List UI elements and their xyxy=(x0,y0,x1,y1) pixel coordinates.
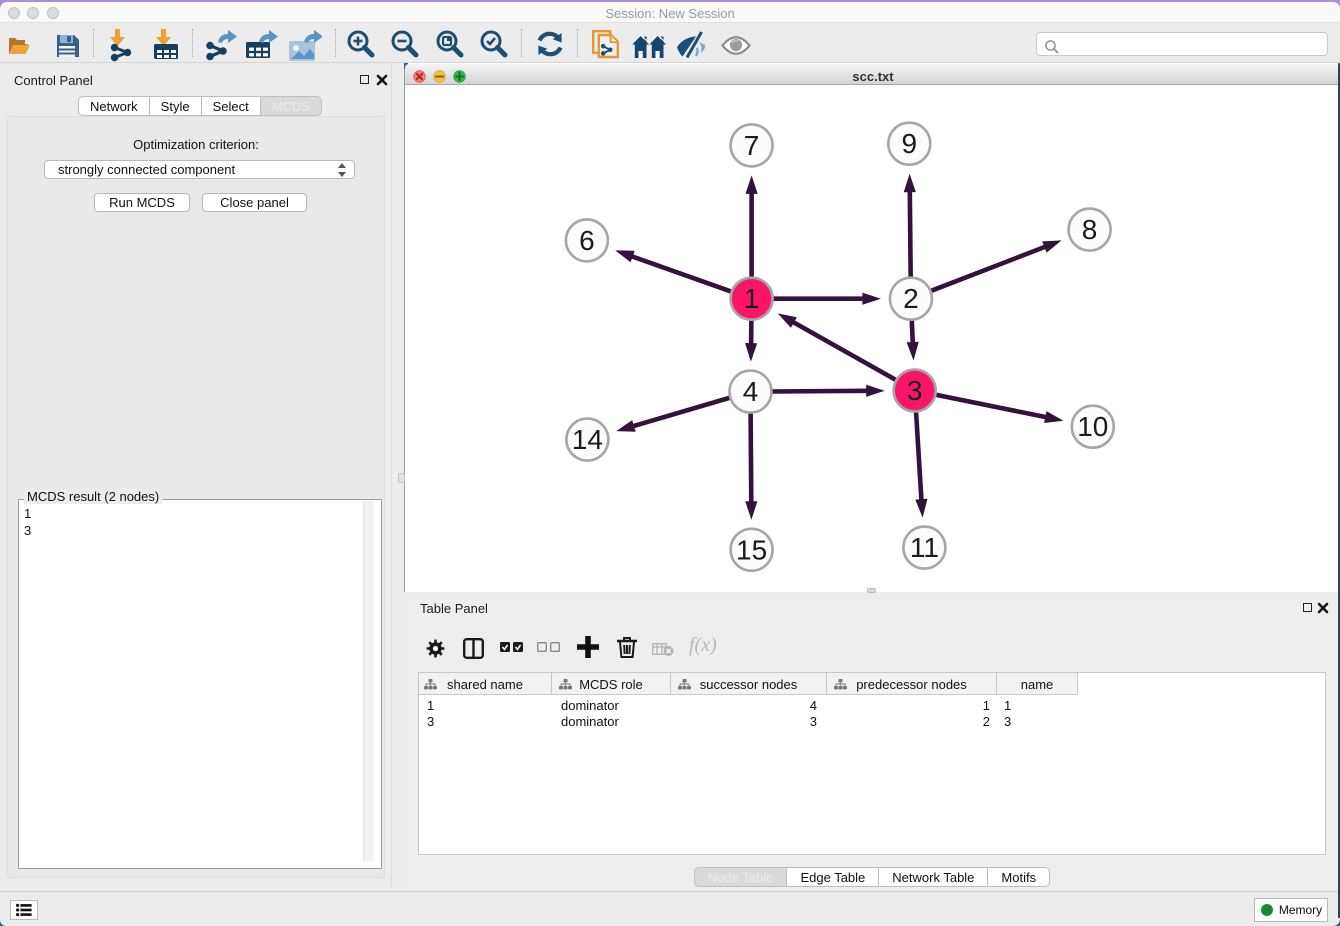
svg-text:1: 1 xyxy=(744,283,760,314)
svg-text:8: 8 xyxy=(1082,214,1098,245)
svg-text:14: 14 xyxy=(572,424,603,455)
svg-text:11: 11 xyxy=(910,532,939,563)
svg-text:15: 15 xyxy=(736,534,767,565)
svg-text:3: 3 xyxy=(907,375,923,406)
svg-text:10: 10 xyxy=(1077,411,1108,442)
svg-text:4: 4 xyxy=(743,376,759,407)
svg-text:2: 2 xyxy=(903,283,919,314)
svg-text:7: 7 xyxy=(744,130,760,161)
svg-text:9: 9 xyxy=(902,128,918,159)
svg-text:6: 6 xyxy=(579,225,595,256)
